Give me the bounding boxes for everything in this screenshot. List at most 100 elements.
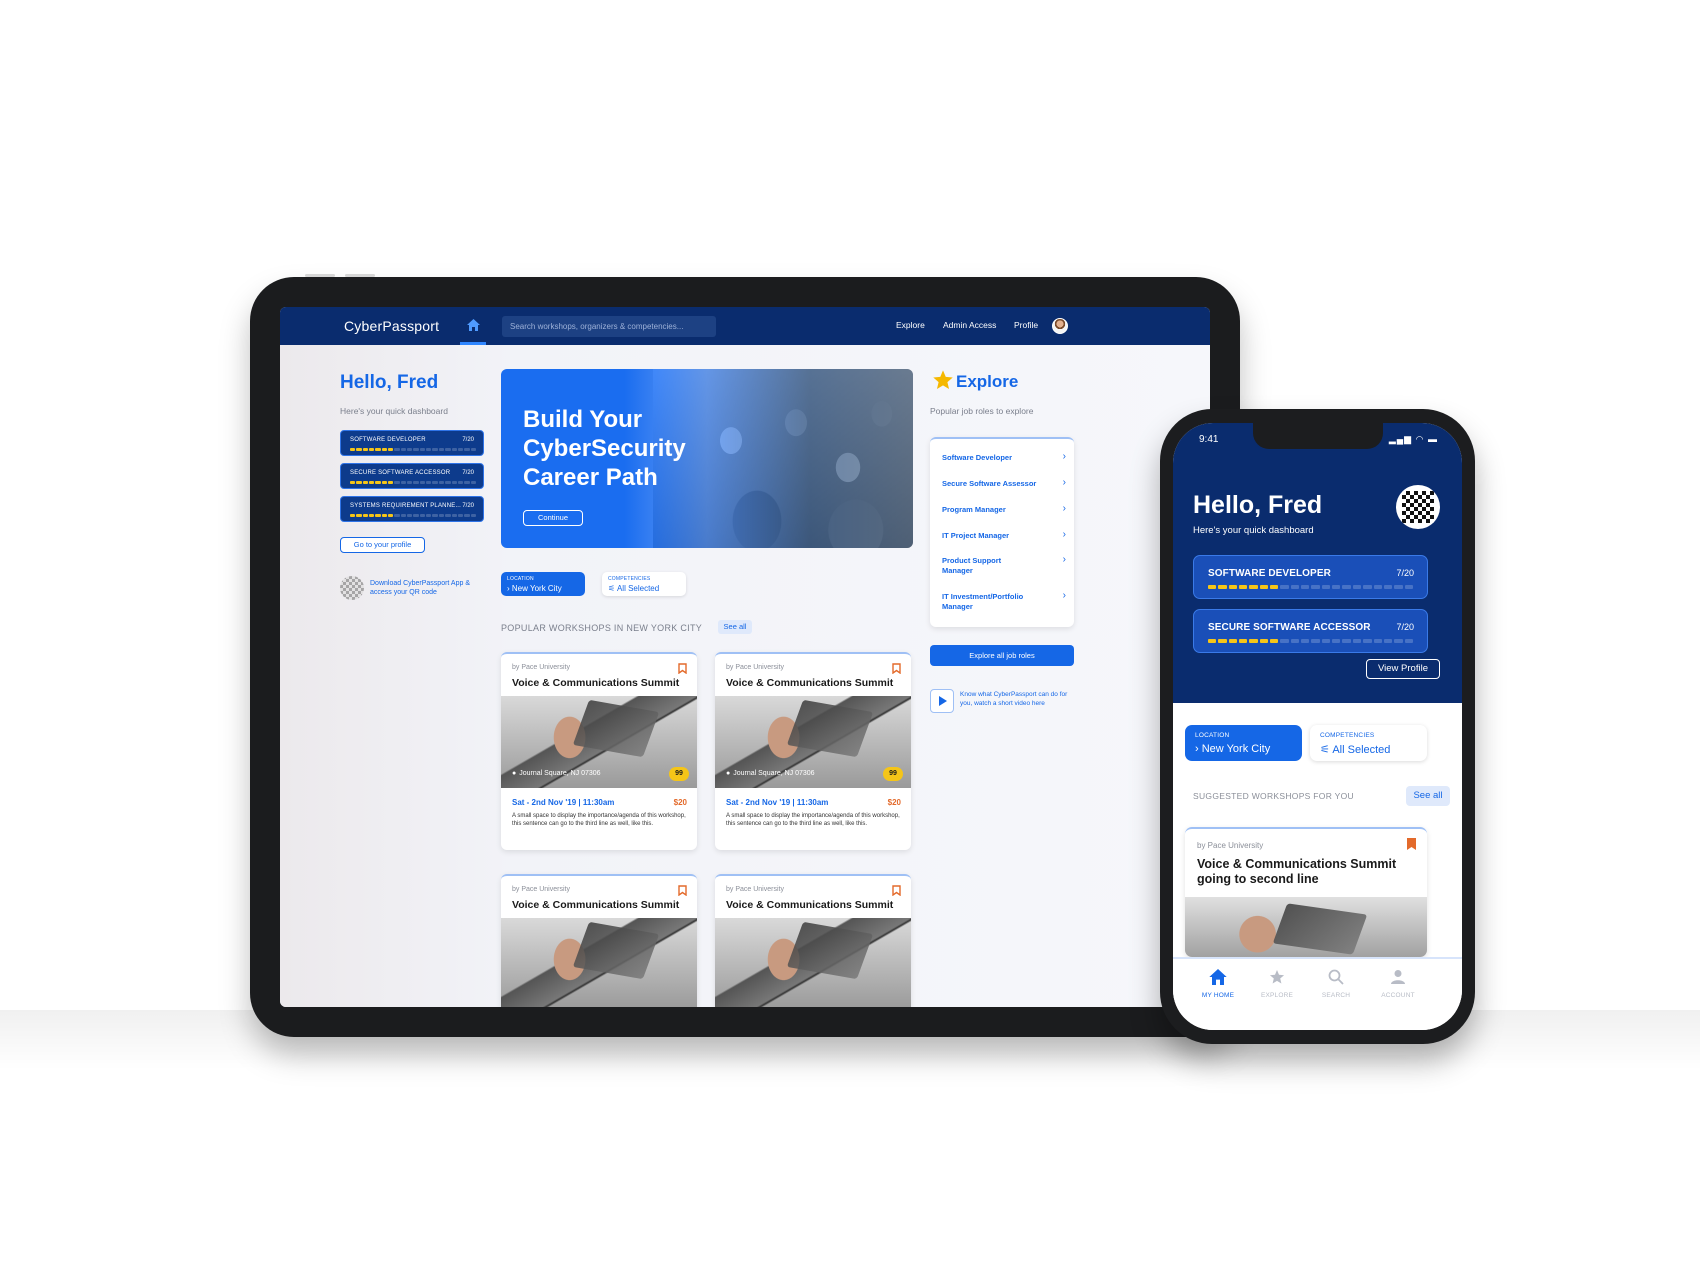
- chevron-right-icon[interactable]: ›: [1063, 477, 1066, 488]
- chevron-right-icon[interactable]: ›: [1063, 590, 1066, 601]
- chevron-right-icon: ›: [1195, 743, 1199, 755]
- view-profile-button[interactable]: View Profile: [1366, 659, 1440, 679]
- job-role-secure-software-assessor[interactable]: Secure Software Assessor: [942, 479, 1052, 489]
- progress-segment: [388, 481, 394, 484]
- qr-code-icon: [340, 576, 364, 600]
- job-role-it-investment-portfolio-manager[interactable]: IT Investment/Portfolio Manager: [942, 592, 1042, 612]
- location-value: › New York City: [1195, 743, 1270, 755]
- progress-segment: [1259, 639, 1269, 643]
- progress-segment: [451, 448, 457, 451]
- app-logo[interactable]: CyberPassport: [344, 318, 439, 334]
- workshop-title: Voice & Communications Summit going to s…: [1197, 857, 1397, 886]
- role-progress-card[interactable]: SOFTWARE DEVELOPER 7/20: [1193, 555, 1428, 599]
- home-icon: [466, 318, 480, 331]
- workshop-card[interactable]: by Pace University Voice & Communication…: [501, 874, 697, 1007]
- workshop-organizer: by Pace University: [512, 886, 570, 893]
- progress-segment: [400, 448, 407, 451]
- home-nav-button[interactable]: [460, 307, 486, 345]
- role-progress-card[interactable]: SOFTWARE DEVELOPER 7/20: [340, 430, 484, 456]
- video-link-text[interactable]: Know what CyberPassport can do for you, …: [960, 691, 1080, 708]
- see-all-button[interactable]: See all: [1406, 786, 1450, 806]
- bottom-tab-bar: MY HOME EXPLORE SEARCH ACCOUNT: [1173, 957, 1462, 1030]
- role-score: 7/20: [462, 503, 474, 509]
- location-filter[interactable]: LOCATION › New York City: [1185, 725, 1302, 761]
- tablet-top-button: [305, 274, 335, 277]
- workshop-date: Sat - 2nd Nov '19 | 11:30am: [726, 798, 829, 807]
- job-role-program-manager[interactable]: Program Manager: [942, 505, 1052, 515]
- competencies-filter[interactable]: COMPETENCIES ⚟ All Selected: [602, 572, 686, 596]
- chevron-right-icon[interactable]: ›: [1063, 529, 1066, 540]
- nav-link-explore[interactable]: Explore: [896, 320, 925, 330]
- bookmark-icon[interactable]: [1406, 837, 1417, 856]
- bookmark-icon[interactable]: [678, 883, 687, 901]
- workshop-card[interactable]: by Pace University Voice & Communication…: [501, 652, 697, 850]
- progress-segment: [432, 514, 438, 517]
- bookmark-icon[interactable]: [678, 661, 687, 679]
- progress-segment: [350, 448, 356, 451]
- tab-my-home[interactable]: MY HOME: [1188, 969, 1248, 999]
- progress-segment: [369, 448, 375, 451]
- progress-segment: [419, 448, 426, 451]
- tab-search[interactable]: SEARCH: [1306, 969, 1366, 999]
- tablet-screen: CyberPassport Search workshops, organize…: [280, 307, 1210, 1007]
- progress-segment: [426, 448, 432, 451]
- role-progress-bar: [1208, 585, 1413, 589]
- chevron-right-icon[interactable]: ›: [1063, 451, 1066, 462]
- progress-segment: [1270, 639, 1279, 643]
- see-all-button[interactable]: See all: [718, 620, 752, 634]
- qr-code-icon[interactable]: [1396, 485, 1440, 529]
- workshop-card[interactable]: by Pace University Voice & Communication…: [1185, 827, 1427, 957]
- role-progress-card[interactable]: SECURE SOFTWARE ACCESSOR 7/20: [340, 463, 484, 489]
- star-icon: [932, 369, 954, 396]
- progress-segment: [426, 481, 432, 484]
- progress-segment: [419, 514, 426, 517]
- role-progress-card[interactable]: SYSTEMS REQUIREMENT PLANNE... 7/20: [340, 496, 484, 522]
- chevron-right-icon[interactable]: ›: [1063, 554, 1066, 565]
- tablet-device: CyberPassport Search workshops, organize…: [250, 274, 1240, 1037]
- download-app-link[interactable]: Download CyberPassport App & access your…: [370, 579, 490, 597]
- job-role-product-support-manager[interactable]: Product Support Manager: [942, 556, 1022, 576]
- workshop-card[interactable]: by Pace University Voice & Communication…: [715, 874, 911, 1007]
- tab-account[interactable]: ACCOUNT: [1368, 969, 1428, 999]
- dashboard-body: Hello, Fred Here's your quick dashboard …: [280, 345, 1210, 1007]
- status-time: 9:41: [1199, 434, 1219, 445]
- user-avatar[interactable]: [1052, 318, 1068, 334]
- search-input[interactable]: Search workshops, organizers & competenc…: [502, 316, 716, 337]
- address-text: Journal Square, NJ 07306: [733, 770, 815, 777]
- nav-link-admin-access[interactable]: Admin Access: [943, 320, 996, 330]
- progress-segment: [1259, 585, 1269, 589]
- go-to-profile-button[interactable]: Go to your profile: [340, 537, 425, 553]
- location-filter[interactable]: LOCATION › New York City: [501, 572, 585, 596]
- workshop-organizer: by Pace University: [1197, 841, 1264, 850]
- explore-all-job-roles-button[interactable]: Explore all job roles: [930, 645, 1074, 666]
- continue-button[interactable]: Continue: [523, 510, 583, 526]
- role-score: 7/20: [1396, 568, 1414, 578]
- popular-workshops-heading: POPULAR WORKSHOPS IN NEW YORK CITY: [501, 623, 703, 633]
- phone-notch: [1253, 423, 1383, 449]
- tab-explore[interactable]: EXPLORE: [1247, 969, 1307, 999]
- progress-segment: [1249, 585, 1258, 589]
- greeting-heading: Hello, Fred: [1193, 491, 1323, 519]
- progress-segment: [1311, 585, 1320, 589]
- nav-link-profile[interactable]: Profile: [1014, 320, 1038, 330]
- progress-segment: [1363, 639, 1372, 643]
- progress-segment: [1280, 585, 1289, 589]
- progress-segment: [375, 448, 381, 451]
- progress-segment: [1332, 639, 1341, 643]
- bookmark-icon[interactable]: [892, 883, 901, 901]
- job-role-software-developer[interactable]: Software Developer: [942, 453, 1052, 463]
- workshop-card[interactable]: by Pace University Voice & Communication…: [715, 652, 911, 850]
- chevron-right-icon[interactable]: ›: [1063, 503, 1066, 514]
- video-play-button[interactable]: [930, 689, 954, 713]
- competencies-filter[interactable]: COMPETENCIES ⚟ All Selected: [1310, 725, 1427, 761]
- role-progress-card[interactable]: SECURE SOFTWARE ACCESSOR 7/20: [1193, 609, 1428, 653]
- job-role-it-project-manager[interactable]: IT Project Manager: [942, 531, 1052, 541]
- progress-segment: [457, 481, 464, 484]
- progress-segment: [1301, 639, 1310, 643]
- search-icon: [1328, 969, 1344, 985]
- bookmark-icon[interactable]: [892, 661, 901, 679]
- workshop-title: Voice & Communications Summit: [512, 677, 680, 689]
- tab-label: SEARCH: [1321, 992, 1351, 999]
- progress-segment: [388, 448, 394, 451]
- progress-segment: [426, 514, 432, 517]
